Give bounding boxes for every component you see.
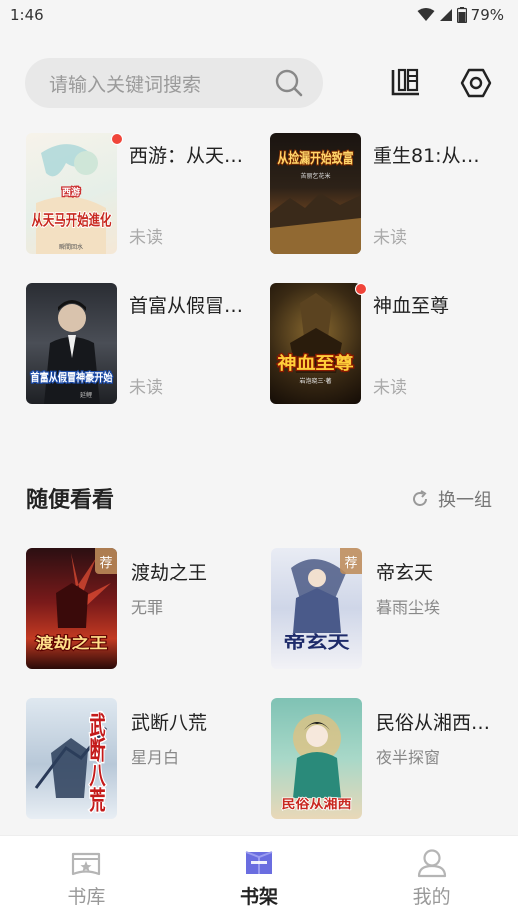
- book-title[interactable]: 渡劫之王: [131, 558, 207, 585]
- book-author: 星月白: [131, 748, 180, 767]
- cover-text-author: 岩泡晓三·著: [300, 377, 332, 385]
- cover-text-main: 神血至尊: [278, 353, 354, 374]
- book-cover[interactable]: 首富从假冒神豪开始 延鲤: [26, 283, 117, 404]
- wifi-icon: [417, 8, 435, 21]
- recommend-book[interactable]: 武断八荒 武断八荒 星月白: [26, 698, 256, 820]
- library-icon: [72, 852, 101, 876]
- settings-icon[interactable]: [457, 64, 495, 102]
- profile-icon: [417, 849, 446, 878]
- shelf-book[interactable]: 西游 从天马开始進化 瞬間回水 西游：从天… 未读: [26, 133, 246, 255]
- bottom-tab-bar: 书库 书架 我的: [0, 835, 518, 921]
- cover-text-main: 从捡漏开始致富: [278, 150, 354, 167]
- search-placeholder: 请输入关键词搜索: [49, 73, 202, 96]
- status-time: 1:46: [10, 6, 44, 24]
- cover-text-main: 帝玄天: [284, 632, 351, 653]
- cover-text-main: 从天马开始進化: [32, 211, 112, 229]
- cover-text-author: 延鲤: [80, 391, 92, 399]
- book-cover[interactable]: 民俗从湘西: [271, 698, 362, 819]
- cover-text-main: 渡劫之王: [36, 634, 108, 652]
- read-status: 未读: [373, 228, 407, 248]
- unread-dot: [355, 283, 367, 295]
- book-title[interactable]: 首富从假冒…: [129, 291, 243, 318]
- shelf-book[interactable]: 神血至尊 岩泡晓三·著 神血至尊 未读: [270, 283, 490, 405]
- shelf-book[interactable]: 从捡漏开始致富 苦丽乞花米 重生81:从… 未读: [270, 133, 490, 255]
- tab-profile[interactable]: 我的: [345, 836, 518, 921]
- read-status: 未读: [373, 378, 407, 398]
- cover-text-main: 民俗从湘西: [282, 796, 352, 811]
- cover-text-author: 瞬間回水: [59, 243, 83, 251]
- signal-icon: [439, 9, 452, 21]
- book-title[interactable]: 民俗从湘西…: [376, 708, 490, 735]
- cover-text-top: 西游: [62, 186, 80, 198]
- book-cover[interactable]: 渡劫之王 荐: [26, 548, 117, 669]
- refresh-label: 换一组: [438, 490, 492, 511]
- book-title[interactable]: 西游：从天…: [129, 141, 243, 168]
- tab-bookshelf[interactable]: 书架: [173, 836, 346, 921]
- battery-percent: 79%: [470, 6, 504, 24]
- search-row: 请输入关键词搜索: [25, 58, 495, 108]
- tab-library[interactable]: 书库: [0, 836, 173, 921]
- bookshelf-icon: [245, 851, 273, 874]
- book-title[interactable]: 神血至尊: [373, 291, 449, 318]
- search-input[interactable]: 请输入关键词搜索: [25, 58, 323, 108]
- status-bar: 1:46 79%: [0, 0, 518, 30]
- tab-label: 我的: [412, 886, 451, 908]
- recommend-tag: 荐: [95, 548, 117, 574]
- book-title[interactable]: 武断八荒: [131, 708, 207, 735]
- recommend-book[interactable]: 民俗从湘西 民俗从湘西… 夜半探窗: [271, 698, 501, 820]
- status-indicators: 79%: [417, 6, 504, 24]
- book-title[interactable]: 重生81:从…: [373, 141, 480, 168]
- book-cover[interactable]: 神血至尊 岩泡晓三·著: [270, 283, 361, 404]
- book-author: 暮雨尘埃: [376, 598, 441, 617]
- refresh-icon: [413, 490, 427, 506]
- book-cover[interactable]: 从捡漏开始致富 苦丽乞花米: [270, 133, 361, 254]
- unread-dot: [111, 133, 123, 145]
- recommend-tag: 荐: [340, 548, 362, 574]
- search-icon[interactable]: [275, 69, 303, 97]
- cover-text-main: 武断八荒: [87, 711, 107, 814]
- tab-label: 书架: [240, 886, 279, 908]
- battery-icon: [456, 7, 467, 23]
- cover-text-author: 苦丽乞花米: [300, 172, 330, 180]
- book-cover[interactable]: 帝玄天 荐: [271, 548, 362, 669]
- read-status: 未读: [129, 378, 163, 398]
- recommend-book[interactable]: 帝玄天 荐 帝玄天 暮雨尘埃: [271, 548, 501, 670]
- shelf-book[interactable]: 首富从假冒神豪开始 延鲤 首富从假冒… 未读: [26, 283, 246, 405]
- recommend-book[interactable]: 渡劫之王 荐 渡劫之王 无罪: [26, 548, 256, 670]
- tab-label: 书库: [67, 886, 106, 908]
- read-status: 未读: [129, 228, 163, 248]
- cover-text-main: 首富从假冒神豪开始: [31, 370, 113, 384]
- book-cover[interactable]: 西游 从天马开始進化 瞬間回水: [26, 133, 117, 254]
- book-cover[interactable]: 武断八荒: [26, 698, 117, 819]
- book-author: 夜半探窗: [376, 748, 441, 767]
- book-title[interactable]: 帝玄天: [376, 558, 433, 585]
- refresh-button[interactable]: 换一组: [410, 486, 492, 512]
- section-title-recommend: 随便看看: [26, 488, 115, 513]
- book-author: 无罪: [131, 598, 164, 617]
- bookshelf-manage-icon[interactable]: [387, 64, 425, 102]
